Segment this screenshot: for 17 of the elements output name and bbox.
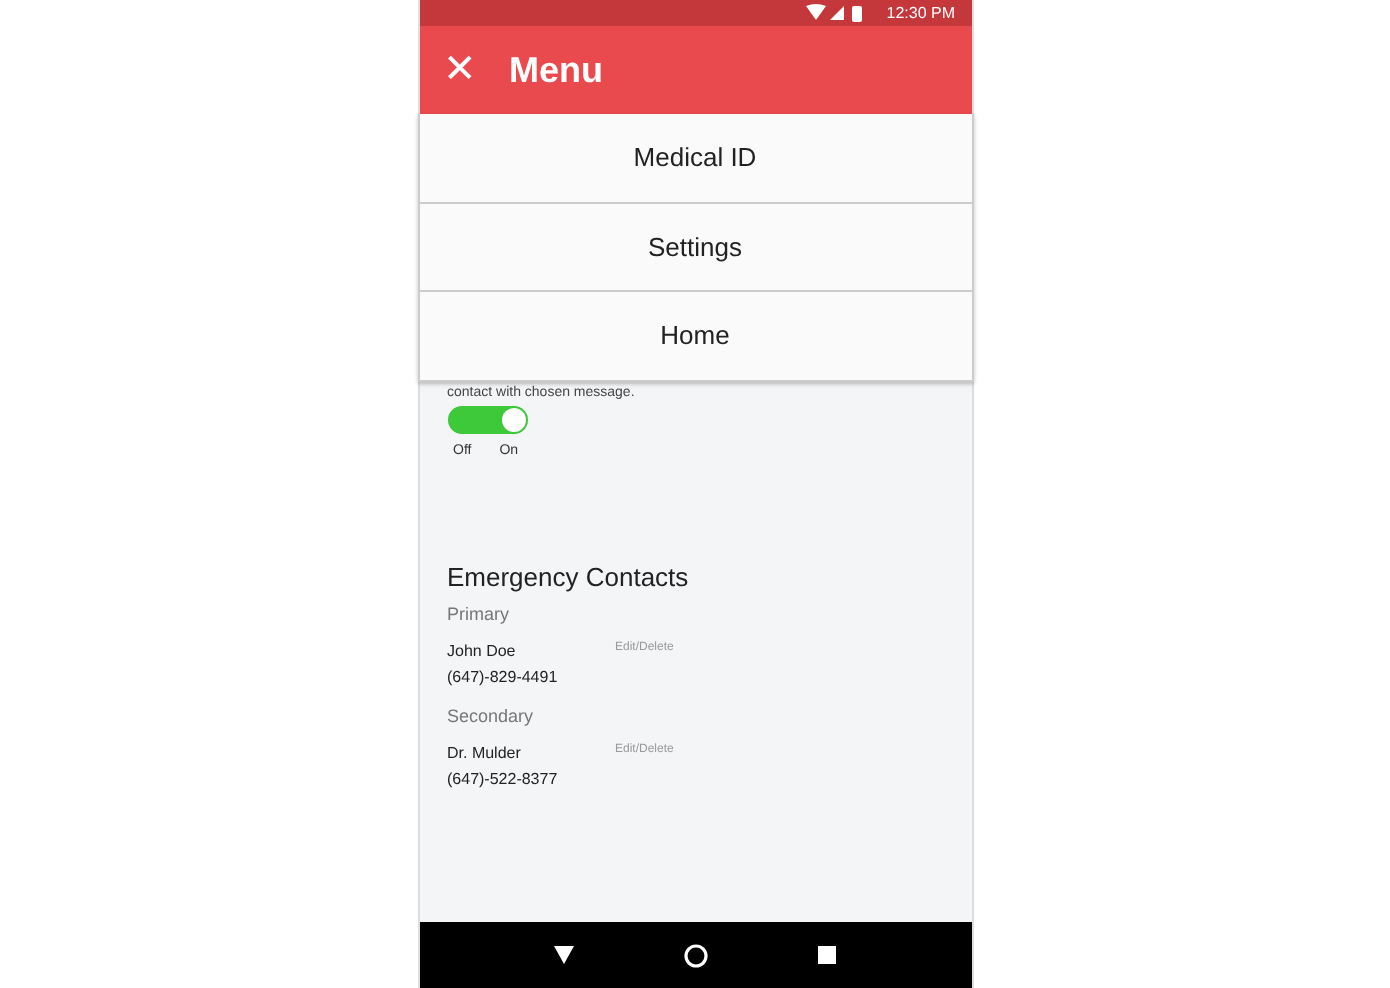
contact-group-label: Primary (447, 604, 511, 624)
contact-group-label: Secondary (447, 706, 536, 726)
status-icons-icon (806, 4, 867, 22)
toggle-switch[interactable] (447, 406, 527, 434)
menu-item[interactable]: Settings (417, 203, 973, 292)
back-icon[interactable] (554, 946, 574, 964)
contact-name: John Doe (447, 642, 518, 660)
menu-item[interactable]: Home (417, 292, 973, 381)
contact-phone: (647)-522-8377 (447, 770, 560, 788)
app-title: Menu (509, 49, 603, 91)
menu-item[interactable]: Medical ID (417, 114, 973, 203)
section-title: Emergency Contacts (447, 562, 691, 592)
contact-name: Dr. Mulder (447, 744, 523, 762)
contact-phone: (647)-829-4491 (447, 668, 560, 686)
home-icon[interactable] (684, 943, 708, 967)
close-button[interactable]: ✕ (439, 50, 481, 90)
status-time: 12:30 PM (886, 4, 955, 22)
